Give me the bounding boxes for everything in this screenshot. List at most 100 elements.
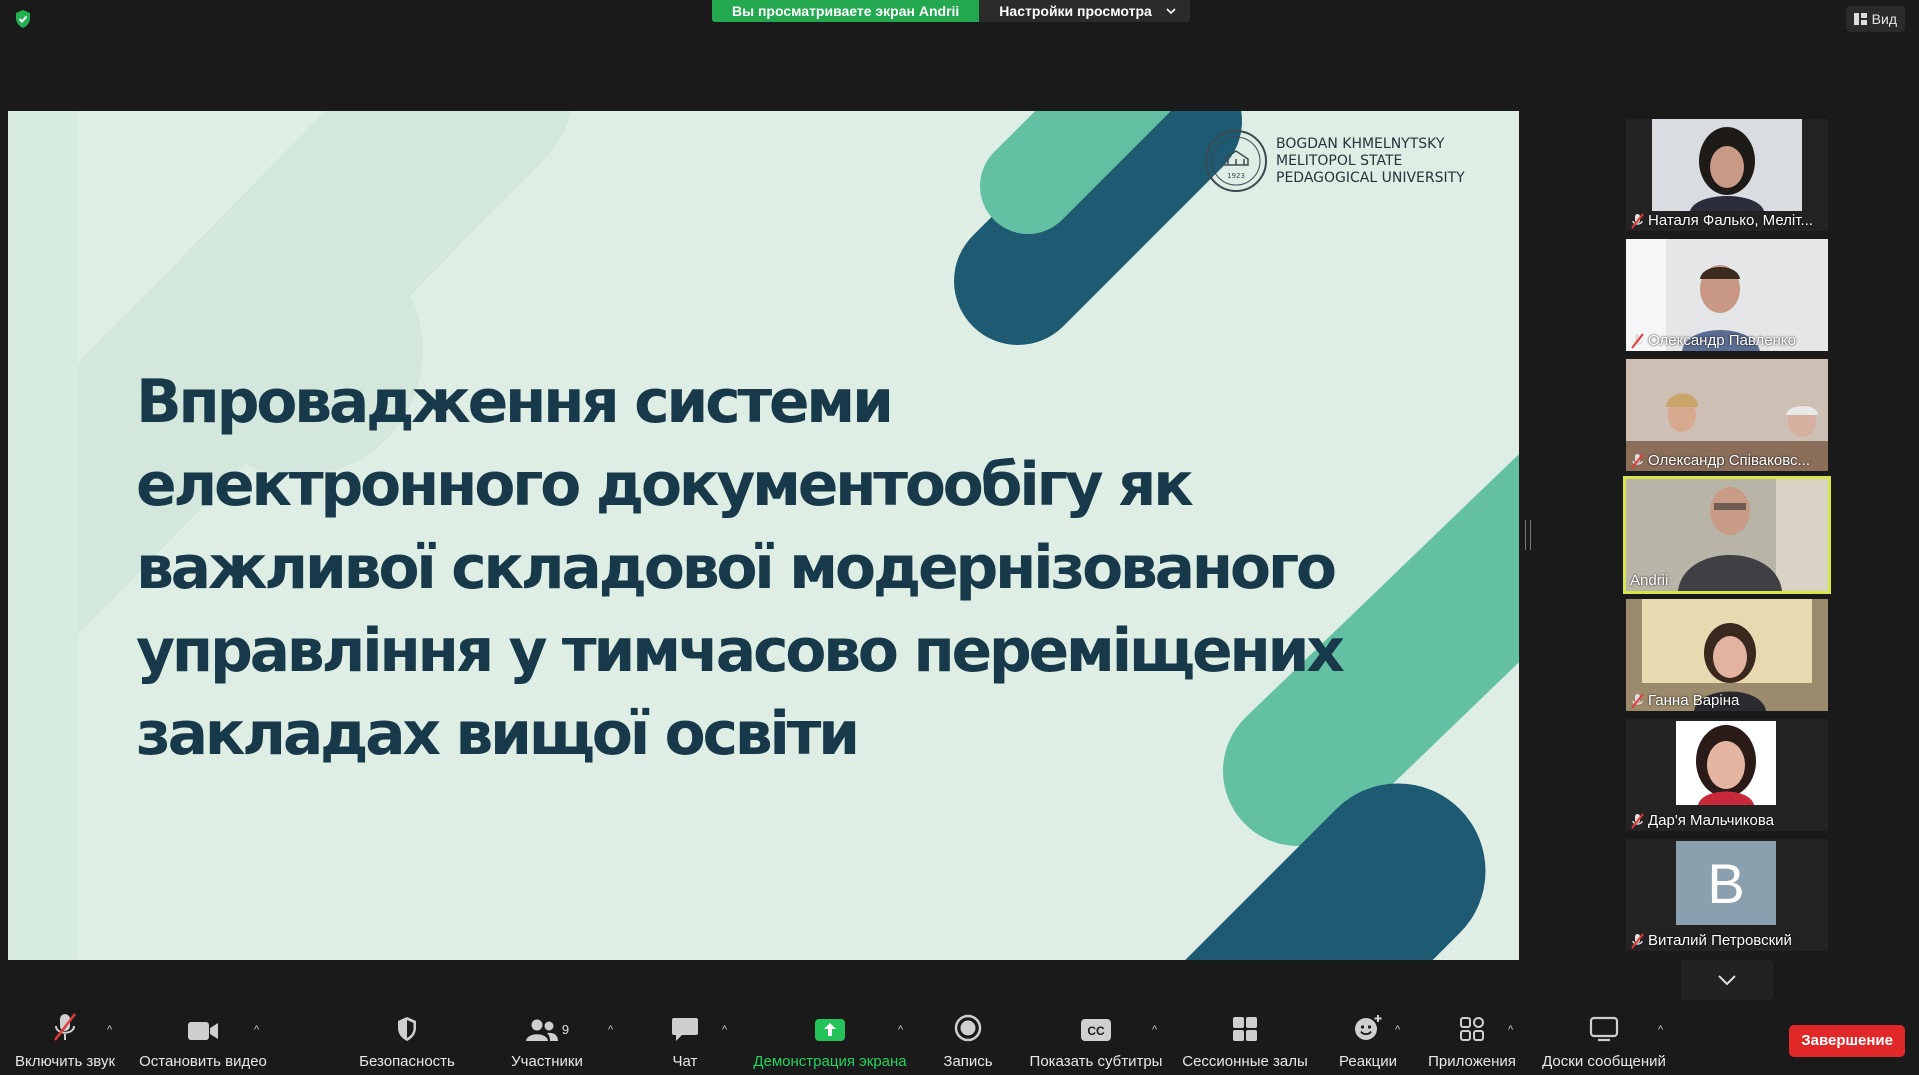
participant-name-label: Олександр Співаковс... <box>1630 452 1810 469</box>
participants-label: Участники <box>511 1053 583 1070</box>
meeting-toolbar: Включить звук ^ Остановить видео ^ Безоп… <box>0 1004 1919 1075</box>
participant-name: Дар'я Мальчикова <box>1648 812 1774 829</box>
muted-mic-icon <box>1631 692 1644 709</box>
unmute-button[interactable]: Включить звук <box>10 1004 120 1075</box>
video-camera-icon <box>188 1022 218 1040</box>
participant-tile[interactable]: Олександр Павленко <box>1626 239 1828 351</box>
participant-tile[interactable]: Дар'я Мальчикова <box>1626 719 1828 831</box>
participant-name: Олександр Павленко <box>1648 332 1796 349</box>
captions-options-caret[interactable]: ^ <box>1152 1024 1157 1036</box>
university-line: MELITOPOL STATE <box>1276 152 1403 169</box>
whiteboards-label: Доски сообщений <box>1542 1053 1666 1070</box>
captions-label: Показать субтитры <box>1029 1053 1163 1070</box>
participant-name: Виталий Петровский <box>1648 932 1792 949</box>
grid-view-icon <box>1853 13 1867 25</box>
participant-name: Ганна Варіна <box>1648 692 1740 709</box>
share-screen-button[interactable]: Демонстрация экрана <box>746 1004 914 1075</box>
reactions-button[interactable]: Реакции <box>1330 1004 1406 1075</box>
slide-title-line: Впровадження системи <box>136 367 894 437</box>
chat-bubble-icon <box>672 1018 698 1041</box>
slide-title-line: закладах вищої освіти <box>136 699 860 769</box>
participant-name-label: Ганна Варіна <box>1630 692 1739 709</box>
stop-video-label: Остановить видео <box>139 1053 267 1070</box>
video-options-caret[interactable]: ^ <box>254 1024 259 1036</box>
participant-tile[interactable]: B Виталий Петровский <box>1626 839 1828 951</box>
participant-name: Олександр Співаковс... <box>1648 452 1811 469</box>
gallery-scroll-down-button[interactable] <box>1681 960 1773 1000</box>
share-screen-icon <box>815 1019 845 1041</box>
audio-options-caret[interactable]: ^ <box>107 1024 112 1036</box>
university-seal-icon: 1923 <box>1205 130 1267 192</box>
sharing-banner: Вы просматриваете экран Andrii Настройки… <box>712 0 1190 22</box>
security-shield-icon <box>398 1017 416 1041</box>
breakout-rooms-label: Сессионные залы <box>1182 1053 1308 1070</box>
participant-tile[interactable]: Ганна Варіна <box>1626 599 1828 711</box>
top-bar: Вы просматриваете экран Andrii Настройки… <box>0 0 1919 32</box>
shared-screen-slide: 1923 BOGDAN KHMELNYTSKY MELITOPOL STATE … <box>8 111 1519 960</box>
view-button-label: Вид <box>1871 11 1897 27</box>
participant-tile[interactable]: Наталя Фалько, Меліт... <box>1626 119 1828 231</box>
whiteboards-button[interactable]: Доски сообщений <box>1536 1004 1672 1075</box>
muted-mic-icon <box>1631 332 1644 349</box>
reactions-options-caret[interactable]: ^ <box>1395 1024 1400 1036</box>
participants-count: 9 <box>561 1022 570 1037</box>
reactions-smiley-icon <box>1355 1015 1382 1040</box>
university-name: BOGDAN KHMELNYTSKY MELITOPOL STATE PEDAG… <box>1276 136 1465 187</box>
reactions-label: Реакции <box>1339 1053 1397 1070</box>
slide-title: Впровадження системи електронного докуме… <box>136 361 1345 776</box>
participants-button[interactable]: 9 Участники <box>500 1004 594 1075</box>
university-line: BOGDAN KHMELNYTSKY <box>1276 135 1445 152</box>
muted-mic-icon <box>1631 932 1644 949</box>
end-meeting-button[interactable]: Завершение <box>1789 1025 1905 1057</box>
apps-icon <box>1460 1017 1484 1041</box>
participant-name-label: Дар'я Мальчикова <box>1630 812 1774 829</box>
apps-label: Приложения <box>1428 1053 1516 1070</box>
sharing-label: Вы просматриваете экран Andrii <box>712 0 980 22</box>
chat-label: Чат <box>672 1053 698 1070</box>
participant-name-label: Виталий Петровский <box>1630 932 1792 949</box>
participant-name-label: Олександр Павленко <box>1630 332 1796 349</box>
participant-name: Наталя Фалько, Меліт... <box>1648 212 1813 229</box>
participant-tile[interactable]: Олександр Співаковс... <box>1626 359 1828 471</box>
participant-tile-active-speaker[interactable]: Andrii <box>1623 476 1831 594</box>
captions-button[interactable]: CC Показать субтитры <box>1024 1004 1168 1075</box>
stop-video-button[interactable]: Остановить видео <box>136 1004 270 1075</box>
whiteboards-options-caret[interactable]: ^ <box>1658 1024 1663 1036</box>
view-button[interactable]: Вид <box>1845 6 1905 32</box>
muted-mic-icon <box>1631 812 1644 829</box>
panel-resize-handle[interactable] <box>1525 520 1531 550</box>
view-settings-label: Настройки просмотра <box>999 3 1152 19</box>
muted-mic-icon <box>1631 212 1644 229</box>
captions-icon-text: CC <box>1087 1024 1105 1038</box>
apps-options-caret[interactable]: ^ <box>1508 1024 1513 1036</box>
security-label: Безопасность <box>359 1053 455 1070</box>
participants-icon <box>525 1019 558 1041</box>
breakout-rooms-icon <box>1233 1017 1257 1041</box>
participant-name-label: Наталя Фалько, Меліт... <box>1630 212 1813 229</box>
slide-title-line: управління у тимчасово переміщених <box>136 616 1345 686</box>
university-logo: 1923 BOGDAN KHMELNYTSKY MELITOPOL STATE … <box>1204 129 1465 193</box>
chat-button[interactable]: Чат <box>655 1004 715 1075</box>
security-button[interactable]: Безопасность <box>355 1004 459 1075</box>
unmute-label: Включить звук <box>14 1053 116 1070</box>
muted-mic-icon <box>54 1013 76 1041</box>
share-screen-label: Демонстрация экрана <box>753 1053 907 1070</box>
participant-name: Andrii <box>1630 572 1669 589</box>
muted-mic-icon <box>1631 452 1644 469</box>
view-settings-dropdown[interactable]: Настройки просмотра <box>979 0 1190 22</box>
participants-options-caret[interactable]: ^ <box>608 1024 613 1036</box>
slide-title-line: електронного документообігу як <box>136 450 1194 520</box>
record-button[interactable]: Запись <box>930 1004 1006 1075</box>
closed-captions-icon: CC <box>1081 1019 1111 1041</box>
slide-title-line: важливої складової модернізованого <box>136 533 1337 603</box>
whiteboard-icon <box>1589 1016 1619 1042</box>
chat-options-caret[interactable]: ^ <box>722 1024 727 1036</box>
participant-initial-avatar: B <box>1676 841 1776 925</box>
record-icon <box>954 1014 982 1042</box>
share-options-caret[interactable]: ^ <box>898 1024 903 1036</box>
seal-year: 1923 <box>1227 172 1245 180</box>
breakout-rooms-button[interactable]: Сессионные залы <box>1180 1004 1310 1075</box>
apps-button[interactable]: Приложения <box>1420 1004 1524 1075</box>
chevron-down-icon <box>1718 975 1736 985</box>
shield-icon[interactable] <box>14 9 34 29</box>
